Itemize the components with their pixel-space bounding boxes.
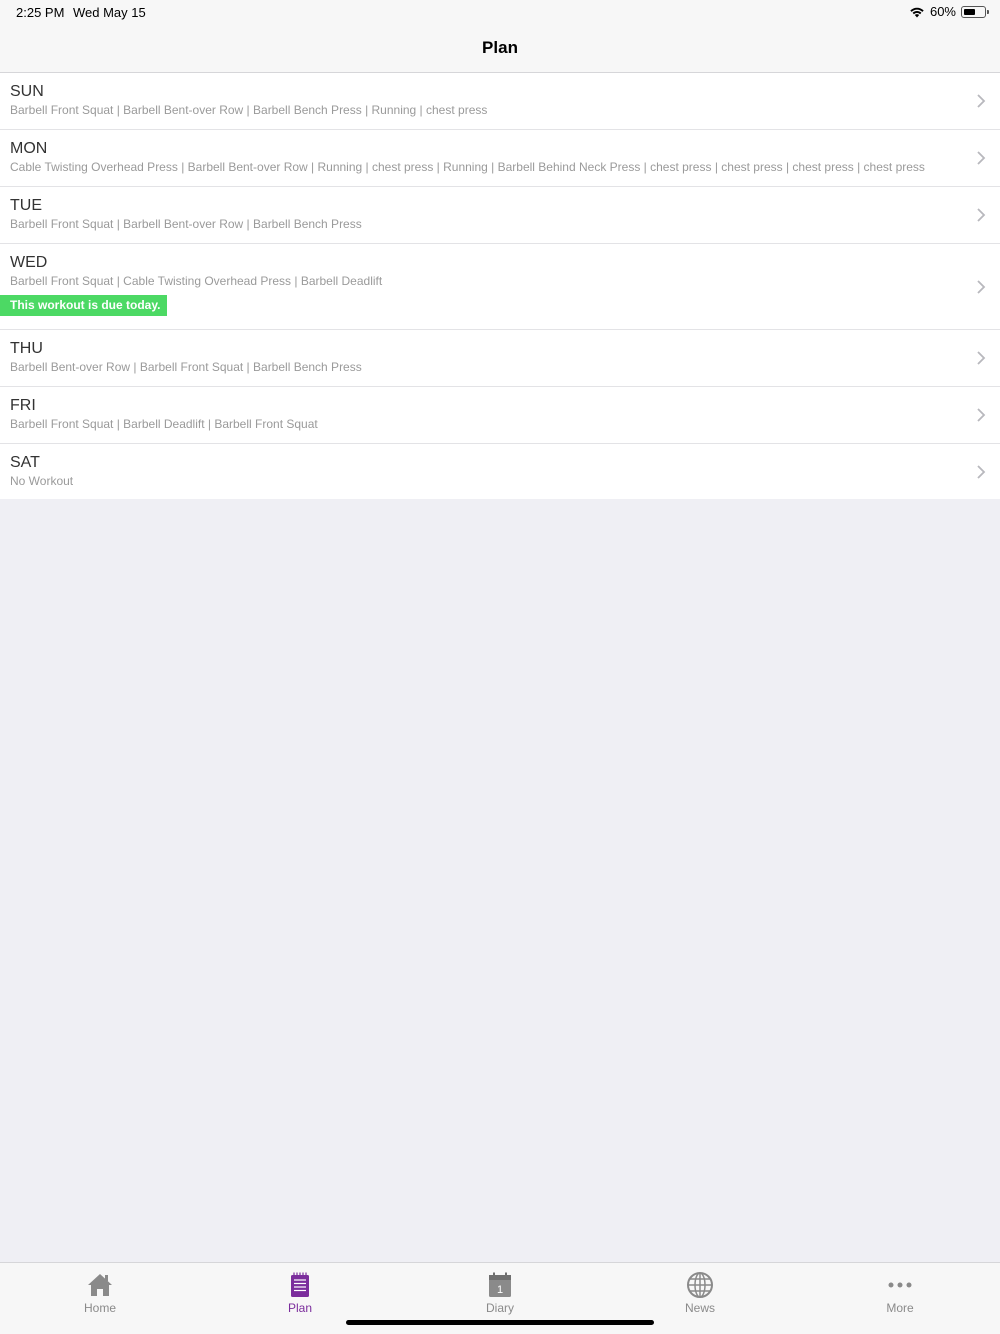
tab-more[interactable]: More: [860, 1271, 940, 1321]
day-label: FRI: [10, 397, 36, 414]
exercise-list: Barbell Bent-over Row | Barbell Front Sq…: [10, 360, 362, 374]
plan-day-row-sat[interactable]: SAT No Workout: [0, 444, 1000, 499]
status-time: 2:25 PM: [16, 5, 65, 20]
notepad-icon: [291, 1272, 309, 1297]
exercise-list: Cable Twisting Overhead Press | Barbell …: [10, 160, 925, 174]
tab-diary[interactable]: 1 Diary: [460, 1271, 540, 1321]
day-label: MON: [10, 140, 48, 157]
tab-label: More: [886, 1301, 914, 1315]
plan-day-row-thu[interactable]: THU Barbell Bent-over Row | Barbell Front…: [0, 330, 1000, 387]
plan-list: SUN Barbell Front Squat | Barbell Bent-ov…: [0, 73, 1000, 499]
chevron-right-icon: [977, 280, 986, 294]
wifi-icon: [910, 7, 924, 17]
chevron-right-icon: [977, 465, 986, 479]
home-indicator: [346, 1320, 654, 1325]
nav-bar: Plan: [0, 24, 1000, 73]
calendar-icon: 1: [489, 1272, 511, 1297]
status-indicators: 60%: [909, 4, 989, 19]
page-title: Plan: [482, 38, 518, 57]
tab-label: News: [684, 1301, 715, 1315]
day-label: TUE: [10, 197, 42, 214]
home-icon: [88, 1274, 112, 1296]
due-today-badge: This workout is due today.: [0, 295, 167, 316]
day-label: SAT: [10, 454, 40, 471]
tab-news[interactable]: News: [660, 1271, 740, 1321]
battery-fill: [964, 8, 975, 15]
chevron-right-icon: [977, 151, 986, 165]
exercise-list: Barbell Front Squat | Cable Twisting Ove…: [10, 274, 383, 288]
plan-day-row-sun[interactable]: SUN Barbell Front Squat | Barbell Bent-ov…: [0, 73, 1000, 130]
plan-day-row-fri[interactable]: FRI Barbell Front Squat | Barbell Deadlif…: [0, 387, 1000, 444]
tab-label: Home: [83, 1301, 116, 1315]
day-label: SUN: [10, 83, 44, 100]
day-label: THU: [10, 340, 43, 357]
exercise-list: Barbell Front Squat | Barbell Bent-over …: [10, 103, 488, 117]
exercise-list: Barbell Front Squat | Barbell Bent-over …: [10, 217, 362, 231]
exercise-list: Barbell Front Squat | Barbell Deadlift |…: [10, 417, 318, 431]
chevron-right-icon: [977, 351, 986, 365]
exercise-list: No Workout: [10, 474, 74, 488]
chevron-right-icon: [977, 94, 986, 108]
chevron-right-icon: [977, 208, 986, 222]
status-bar: 2:25 PM Wed May 15 60%: [0, 0, 1000, 24]
plan-day-row-tue[interactable]: TUE Barbell Front Squat | Barbell Bent-ov…: [0, 187, 1000, 244]
chevron-right-icon: [977, 408, 986, 422]
plan-day-row-wed[interactable]: WED Barbell Front Squat | Cable Twisting …: [0, 244, 1000, 330]
more-icon: [888, 1282, 912, 1288]
plan-day-row-mon[interactable]: MON Cable Twisting Overhead Press | Barbe…: [0, 130, 1000, 187]
calendar-day-number: 1: [497, 1284, 503, 1296]
tab-home[interactable]: Home: [60, 1271, 140, 1321]
day-label: WED: [10, 254, 48, 271]
globe-icon: [687, 1272, 713, 1298]
tab-label: Diary: [485, 1301, 514, 1315]
tab-label: Plan: [287, 1301, 313, 1315]
battery-icon: [961, 5, 989, 18]
battery-percent: 60%: [929, 4, 956, 19]
status-date: Wed May 15: [73, 5, 146, 20]
tab-plan[interactable]: Plan: [260, 1271, 340, 1321]
